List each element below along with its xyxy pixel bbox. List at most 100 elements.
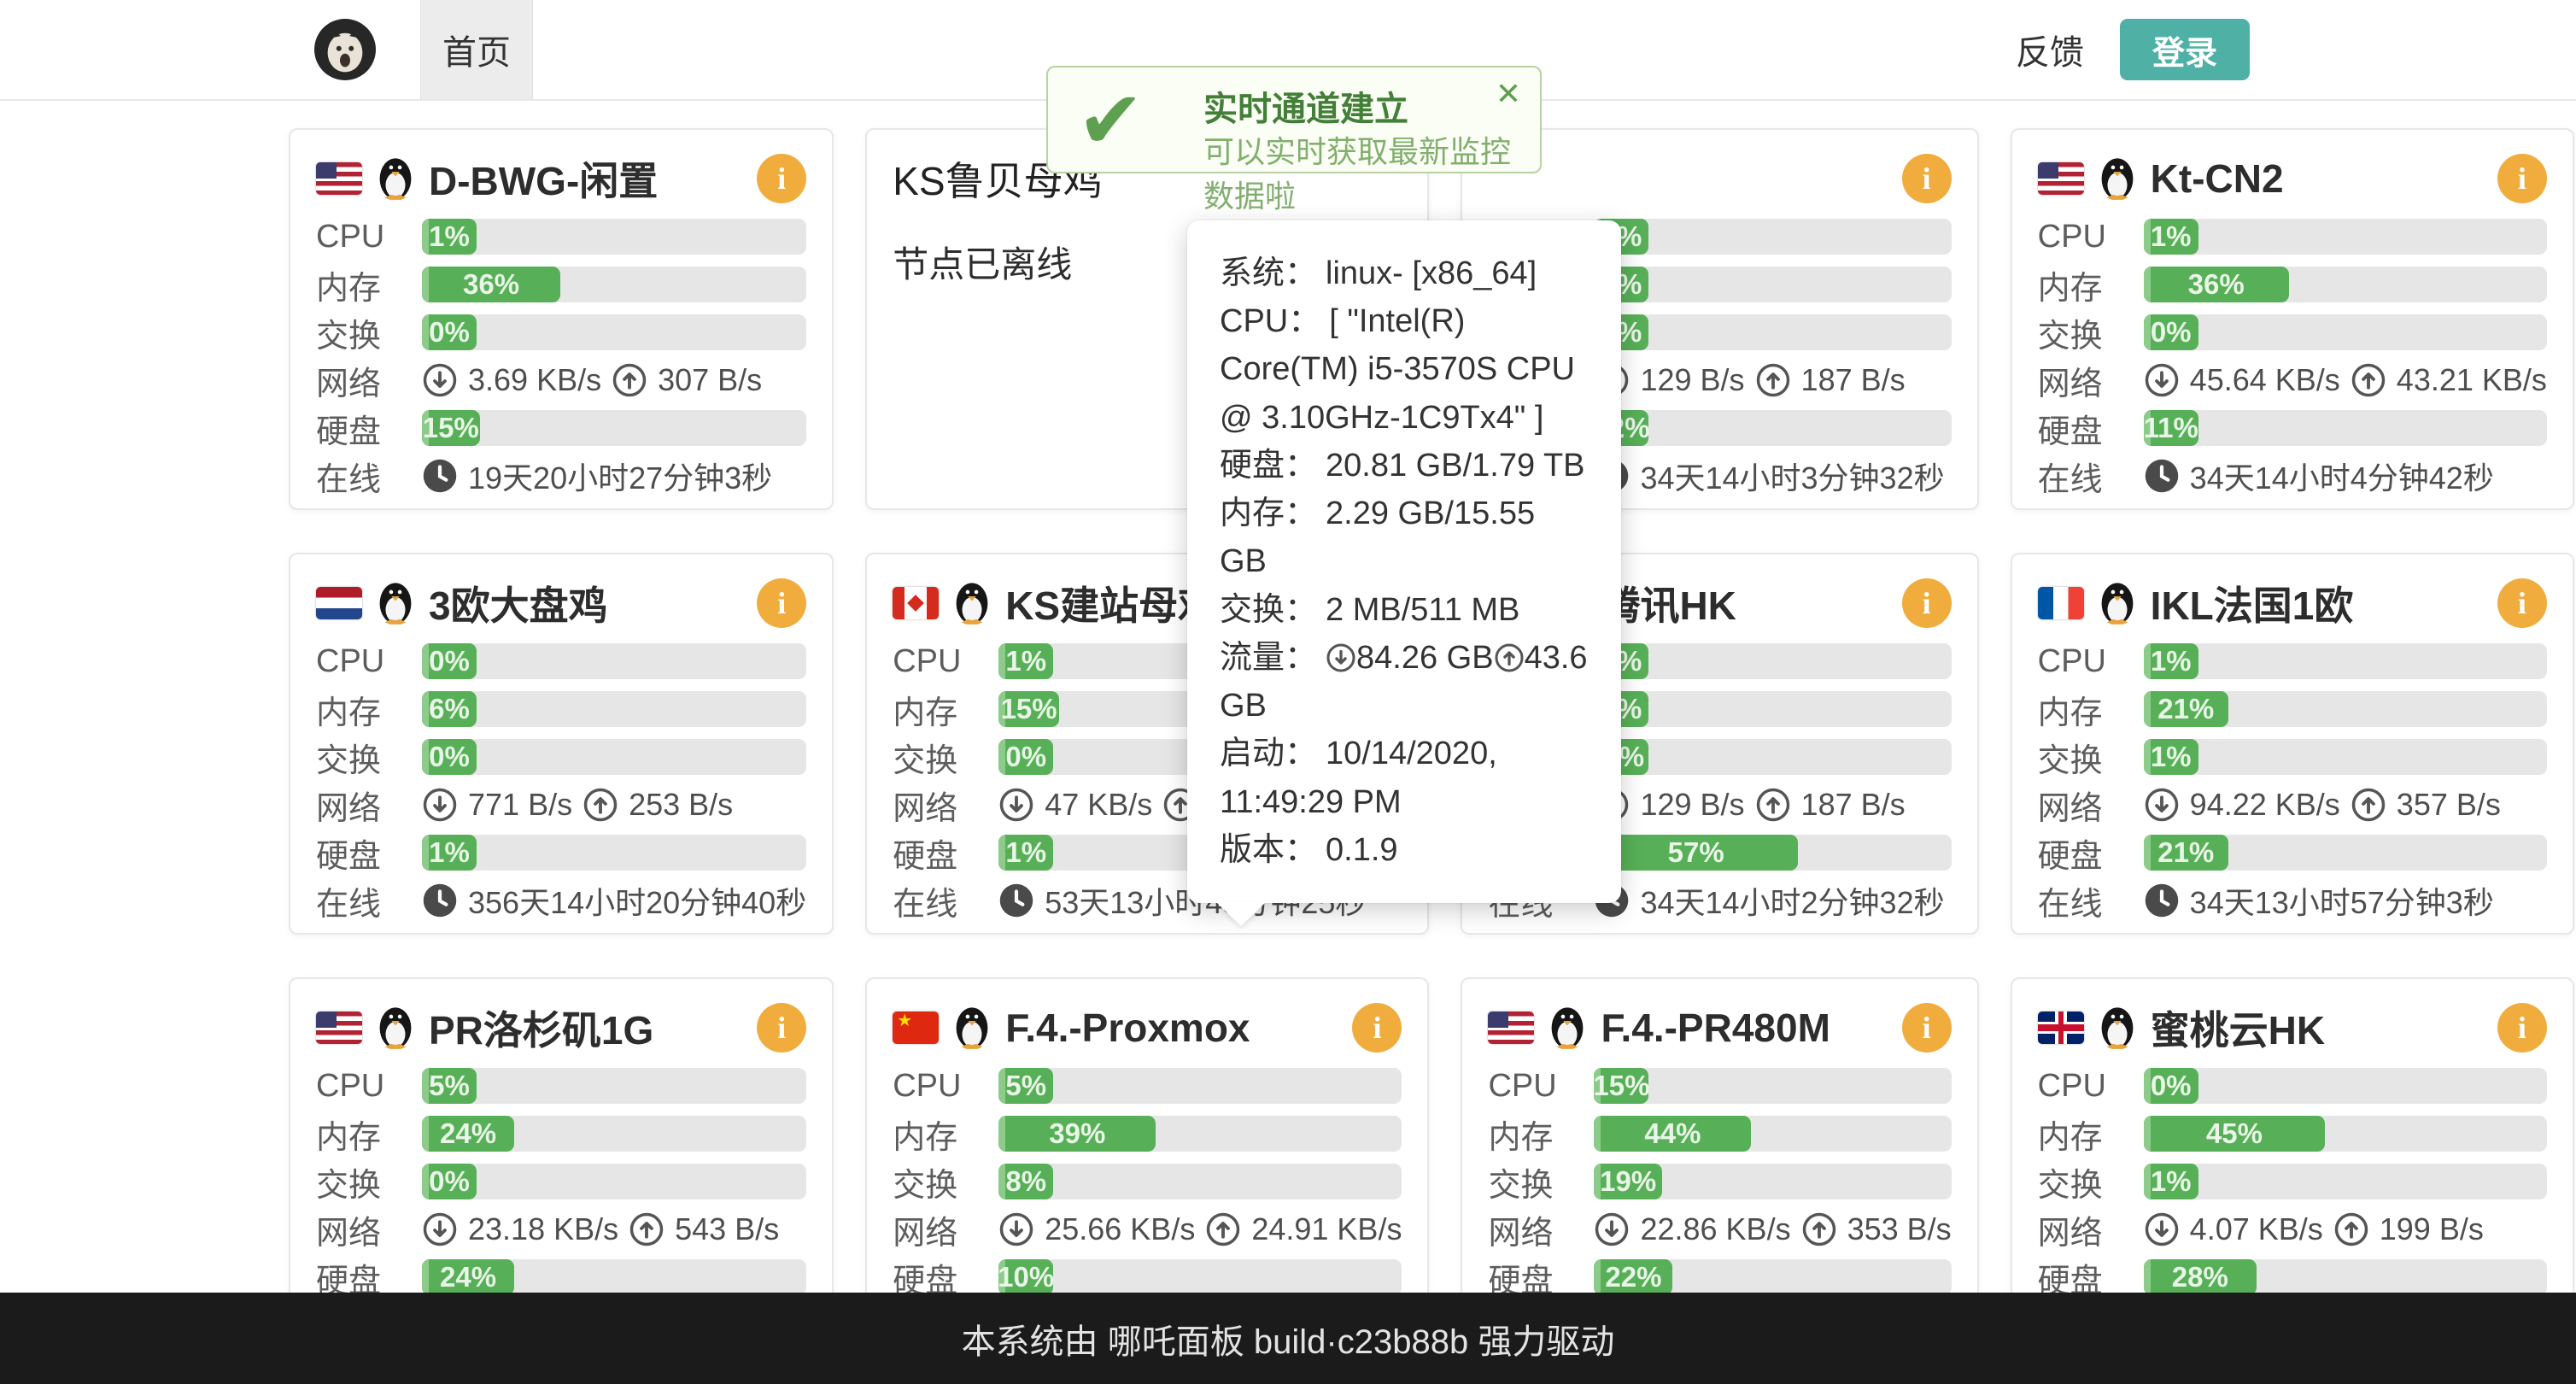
metric-row: CPU5% — [316, 1068, 806, 1104]
swap-progress-bar: 0% — [2144, 314, 2198, 350]
server-name: 3欧大盘鸡 — [429, 575, 743, 631]
info-icon[interactable]: i — [1902, 154, 1952, 203]
server-card-header: PR洛杉矶1G i — [316, 1000, 806, 1056]
memory-percent-value: 24% — [440, 1117, 496, 1150]
swap-label: 交换 — [316, 1158, 422, 1205]
linux-penguin-icon — [2098, 578, 2137, 630]
info-icon[interactable]: i — [1352, 1003, 1402, 1053]
metric-row: CPU0% — [2038, 1068, 2547, 1104]
memory-label: 内存 — [316, 686, 422, 733]
server-name: 腾讯HK — [1601, 575, 1888, 631]
upload-arrow-icon — [2333, 1211, 2369, 1247]
metric-row: 网络3.69 KB/s307 B/s — [316, 362, 806, 398]
feedback-link[interactable]: 反馈 — [2002, 0, 2098, 99]
download-speed: 25.66 KB/s — [1045, 1211, 1195, 1247]
cpu-progress-track: 0% — [1594, 643, 1951, 679]
linux-penguin-icon — [952, 1002, 992, 1054]
linux-penguin-icon — [2098, 153, 2137, 205]
cpu-label: CPU — [316, 219, 422, 255]
disk-label: 硬盘 — [2038, 405, 2144, 452]
memory-percent-value: 44% — [1644, 1117, 1701, 1150]
swap-progress-bar: 0% — [998, 739, 1053, 775]
tab-home[interactable]: 首页 — [420, 0, 533, 99]
login-button[interactable]: 登录 — [2120, 19, 2250, 80]
upload-speed: 253 B/s — [629, 787, 733, 823]
uptime-value: 34天14小时2分钟32秒 — [1640, 878, 1944, 923]
metric-row: 硬盘24% — [316, 1259, 806, 1295]
cpu-progress-track: 0% — [422, 643, 806, 679]
metric-row: 网络4.07 KB/s199 B/s — [2038, 1211, 2547, 1247]
disk-progress-track: 1% — [422, 835, 806, 871]
info-icon[interactable]: i — [757, 1003, 806, 1053]
server-card-header: IKL法国1欧 i — [2038, 575, 2547, 631]
swap-label: 交换 — [893, 734, 998, 781]
network-label: 网络 — [1488, 1206, 1594, 1253]
uptime-value: 19天20小时27分钟3秒 — [468, 454, 772, 498]
cpu-label: CPU — [316, 643, 422, 680]
memory-progress-bar: 15% — [998, 691, 1059, 727]
site-logo-avatar[interactable] — [314, 19, 376, 80]
linux-penguin-icon — [2098, 1002, 2137, 1050]
linux-penguin-icon — [952, 1002, 992, 1050]
upload-speed: 543 B/s — [675, 1211, 779, 1247]
footer-text: 本系统由 哪吒面板 build·c23b88b 强力驱动 — [962, 1314, 1615, 1363]
network-label: 网络 — [893, 1206, 998, 1253]
server-card-header: D-BWG-闲置 i — [316, 150, 806, 207]
cpu-progress-track: 1% — [422, 219, 806, 255]
upload-arrow-icon — [612, 362, 647, 398]
disk-progress-track: 24% — [422, 1259, 806, 1295]
metric-row: 硬盘1% — [316, 835, 806, 871]
metric-row: 硬盘15% — [316, 410, 806, 446]
linux-penguin-icon — [376, 1002, 415, 1050]
upload-arrow-icon — [1205, 1211, 1241, 1247]
tooltip-line: 版本：0.1.9 — [1220, 826, 1589, 874]
metric-row: CPU1% — [2038, 219, 2547, 255]
cpu-label: CPU — [316, 1068, 422, 1105]
info-icon[interactable]: i — [2497, 154, 2547, 203]
metric-row: 网络23.18 KB/s543 B/s — [316, 1211, 806, 1247]
country-flag-icon — [316, 162, 362, 195]
metric-row: 在线356天14小时20分钟40秒 — [316, 883, 806, 918]
metric-row: 硬盘22% — [1488, 1259, 1951, 1295]
clock-icon — [998, 883, 1034, 918]
info-icon[interactable]: i — [757, 578, 806, 628]
metric-row: 内存21% — [2038, 691, 2547, 727]
metric-row: CPU1% — [316, 219, 806, 255]
metric-row: 在线34天14小时4分钟42秒 — [2038, 458, 2547, 494]
swap-percent-value: 19% — [1600, 1165, 1656, 1198]
tooltip-line-value: linux- [x86_64] — [1326, 255, 1537, 291]
swap-percent-value: 0% — [2151, 316, 2192, 349]
upload-speed: 43.21 KB/s — [2397, 362, 2547, 398]
disk-progress-bar: 11% — [2144, 410, 2198, 446]
info-icon[interactable]: i — [2497, 578, 2547, 628]
server-card: D-BWG-闲置 i CPU1%内存36%交换0%网络3.69 KB/s307 … — [289, 128, 834, 510]
server-card-header: Kt-CN2 i — [2038, 150, 2547, 207]
upload-arrow-icon — [629, 1211, 664, 1247]
swap-progress-track: 1% — [2144, 739, 2547, 775]
close-icon[interactable]: ✕ — [1496, 76, 1521, 112]
server-name: D-BWG-闲置 — [429, 150, 743, 207]
info-icon[interactable]: i — [757, 154, 806, 203]
disk-progress-track: 15% — [422, 410, 806, 446]
metric-row: 内存39% — [893, 1116, 1402, 1152]
disk-percent-value: 21% — [2157, 836, 2214, 869]
cpu-label: CPU — [2038, 219, 2144, 255]
network-speeds: 4.07 KB/s199 B/s — [2144, 1211, 2484, 1247]
swap-progress-bar: 19% — [1594, 1164, 1661, 1199]
metric-row: 内存24% — [316, 1116, 806, 1152]
swap-progress-bar: 8% — [998, 1164, 1053, 1199]
upload-arrow-icon — [2351, 787, 2386, 823]
metric-row: 硬盘10% — [893, 1259, 1402, 1295]
linux-penguin-icon — [1548, 1002, 1587, 1050]
info-icon[interactable]: i — [1902, 578, 1952, 628]
memory-label: 内存 — [893, 686, 998, 733]
tooltip-line: CPU：[ "Intel(R) Core(TM) i5-3570S CPU @ … — [1220, 297, 1589, 442]
info-icon[interactable]: i — [2497, 1003, 2547, 1053]
swap-progress-track: 0% — [2144, 314, 2547, 350]
disk-percent-value: 28% — [2172, 1261, 2228, 1293]
disk-label: 硬盘 — [893, 830, 998, 877]
info-icon[interactable]: i — [1902, 1003, 1952, 1053]
memory-progress-track: 45% — [2144, 1116, 2547, 1152]
disk-progress-track: 12% — [1594, 410, 1951, 446]
upload-speed: 357 B/s — [2397, 787, 2501, 823]
